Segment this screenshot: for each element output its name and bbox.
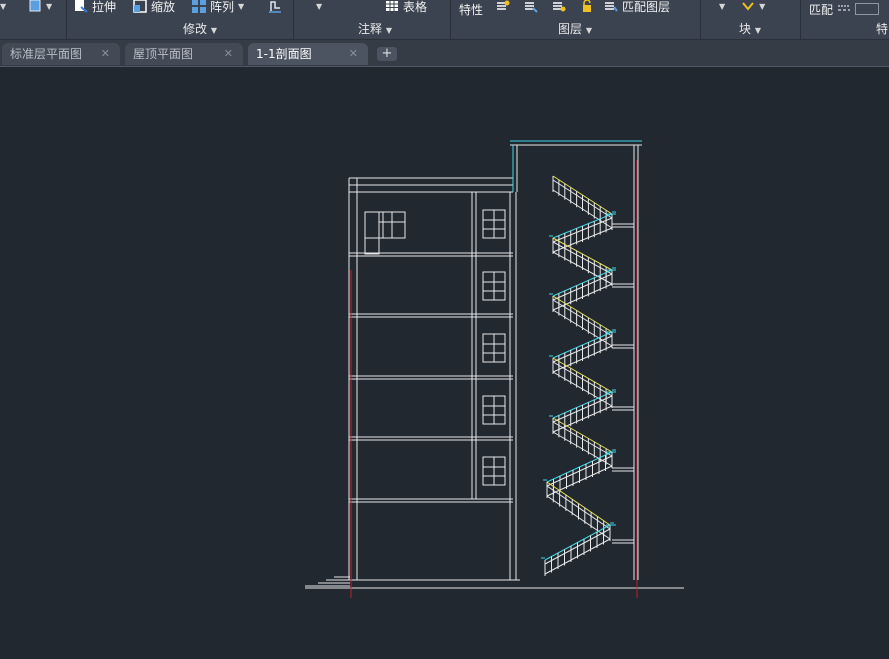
annotation-caret[interactable]: ▼ bbox=[316, 0, 322, 15]
dropdown-caret-icon[interactable]: ▼ bbox=[46, 2, 52, 11]
scale-icon bbox=[133, 0, 147, 13]
ribbon-partial-tool[interactable]: ▼ bbox=[28, 0, 52, 15]
table-label: 表格 bbox=[403, 0, 428, 14]
building-outline bbox=[305, 140, 684, 589]
panel-title-annotation[interactable]: 注释 ▼ bbox=[310, 20, 440, 38]
layer-lock-icon[interactable] bbox=[580, 0, 594, 13]
match-layer-icon[interactable] bbox=[604, 0, 618, 13]
panel-title-modify[interactable]: 修改 ▼ bbox=[120, 20, 280, 38]
dropdown-caret-icon[interactable]: ▼ bbox=[586, 26, 592, 35]
linetype-icon[interactable] bbox=[837, 2, 851, 16]
stretch-button[interactable]: 拉伸 bbox=[74, 0, 116, 15]
match-layer-label[interactable]: 匹配图层 bbox=[622, 0, 670, 15]
ribbon: ▼ ▼ 拉伸 缩放 阵列 ▼ ▼ 表格 特性 匹配图层 ▼ ▼ 匹配 修改 ▼ … bbox=[0, 0, 889, 40]
offset-button[interactable] bbox=[268, 0, 282, 15]
block-tools[interactable]: ▼ ▼ bbox=[719, 0, 765, 15]
panel-title-layers[interactable]: 图层 ▼ bbox=[505, 20, 645, 38]
ribbon-caret[interactable]: ▼ bbox=[0, 0, 6, 15]
dropdown-caret-icon[interactable]: ▼ bbox=[0, 2, 6, 11]
drawing-canvas[interactable] bbox=[0, 67, 889, 659]
close-icon[interactable]: ✕ bbox=[224, 43, 233, 65]
properties-button[interactable]: 特性 bbox=[459, 0, 483, 18]
dropdown-caret-icon[interactable]: ▼ bbox=[316, 2, 322, 11]
close-icon[interactable]: ✕ bbox=[101, 43, 110, 65]
table-button[interactable]: 表格 bbox=[385, 0, 427, 15]
layer-off-icon[interactable] bbox=[524, 0, 538, 13]
match-label: 匹配 bbox=[809, 2, 834, 17]
tab-roof-plan[interactable]: 屋顶平面图 ✕ bbox=[125, 43, 243, 65]
block-insert-icon[interactable] bbox=[741, 0, 755, 13]
windows bbox=[364, 209, 506, 486]
layer-isolate-icon[interactable] bbox=[552, 0, 566, 13]
array-button[interactable]: 阵列 ▼ bbox=[192, 0, 244, 15]
layer-state-icon[interactable] bbox=[496, 0, 510, 13]
dropdown-caret-icon[interactable]: ▼ bbox=[386, 26, 392, 35]
new-tab-button[interactable]: + bbox=[377, 47, 397, 61]
offset-icon bbox=[268, 0, 282, 13]
tab-section-1-1[interactable]: 1-1剖面图 ✕ bbox=[248, 43, 368, 65]
section-drawing bbox=[305, 140, 684, 598]
dropdown-caret-icon[interactable]: ▼ bbox=[211, 26, 217, 35]
dropdown-caret-icon[interactable]: ▼ bbox=[759, 2, 765, 11]
file-tab-bar: 标准层平面图 ✕ 屋顶平面图 ✕ 1-1剖面图 ✕ bbox=[0, 40, 889, 67]
dropdown-caret-icon[interactable]: ▼ bbox=[755, 26, 761, 35]
tab-standard-floor-plan[interactable]: 标准层平面图 ✕ bbox=[2, 43, 120, 65]
select-tool-icon[interactable] bbox=[28, 0, 42, 13]
array-label: 阵列 bbox=[210, 0, 235, 14]
stretch-label: 拉伸 bbox=[92, 0, 117, 14]
dropdown-caret-icon[interactable]: ▼ bbox=[719, 2, 725, 11]
door-frame bbox=[364, 211, 380, 255]
array-icon bbox=[192, 0, 206, 13]
match-properties-button[interactable]: 匹配 bbox=[809, 0, 880, 18]
close-icon[interactable]: ✕ bbox=[349, 43, 358, 65]
panel-title-block[interactable]: 块 ▼ bbox=[710, 20, 790, 38]
dropdown-caret-icon[interactable]: ▼ bbox=[238, 2, 244, 11]
table-icon bbox=[385, 0, 399, 13]
panel-title-properties[interactable]: 特 bbox=[872, 20, 889, 38]
stretch-icon bbox=[74, 0, 88, 13]
layer-tools: 匹配图层 bbox=[496, 0, 670, 15]
scale-button[interactable]: 缩放 bbox=[133, 0, 175, 15]
properties-label: 特性 bbox=[459, 2, 484, 17]
door-window bbox=[364, 211, 406, 239]
scale-label: 缩放 bbox=[151, 0, 176, 14]
linetype-dropdown[interactable] bbox=[855, 3, 880, 15]
staircase bbox=[541, 175, 616, 576]
